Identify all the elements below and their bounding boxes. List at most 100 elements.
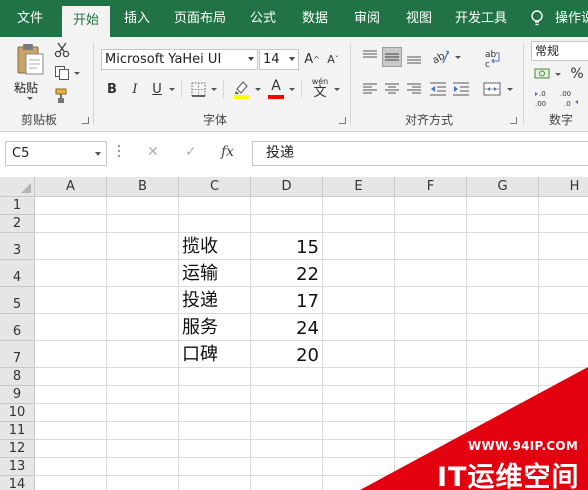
row-header[interactable]: 5 [0, 287, 35, 314]
underline-dropdown-icon[interactable] [169, 88, 175, 91]
grow-font-button[interactable]: A ^ [303, 49, 321, 70]
watermark-brand: IT运维空间 [437, 462, 580, 490]
row-header[interactable]: 10 [0, 404, 35, 422]
borders-icon[interactable] [189, 79, 207, 99]
percent-button[interactable]: % [566, 63, 588, 85]
phonetic-dropdown-icon[interactable] [334, 88, 340, 91]
name-box[interactable]: C5 [5, 141, 107, 166]
tab-data[interactable]: 数据 [292, 0, 338, 37]
decrease-decimal-icon[interactable]: .00.0 [558, 87, 580, 109]
cell-d3[interactable]: 15 [251, 233, 322, 259]
row-header[interactable]: 11 [0, 422, 35, 440]
cell-d4[interactable]: 22 [251, 260, 322, 286]
column-header-f[interactable]: F [395, 177, 467, 197]
column-header-c[interactable]: C [179, 177, 251, 197]
column-header-b[interactable]: B [107, 177, 179, 197]
column-header-e[interactable]: E [323, 177, 395, 197]
cell-c4[interactable]: 运输 [179, 260, 250, 286]
paste-dropdown-icon[interactable] [27, 97, 33, 100]
align-center-icon[interactable] [382, 79, 402, 99]
row-header[interactable]: 12 [0, 440, 35, 458]
tab-review[interactable]: 审阅 [344, 0, 390, 37]
tab-formulas[interactable]: 公式 [240, 0, 286, 37]
cell-d7[interactable]: 20 [251, 341, 322, 367]
formula-bar-grip-icon[interactable] [118, 145, 121, 161]
row-header[interactable]: 7 [0, 341, 35, 368]
align-middle-icon[interactable] [382, 47, 402, 67]
cell-d6[interactable]: 24 [251, 314, 322, 340]
row-header[interactable]: 8 [0, 368, 35, 386]
row-header[interactable]: 1 [0, 197, 35, 215]
gridline [106, 197, 107, 490]
tab-view[interactable]: 视图 [396, 0, 442, 37]
formula-input[interactable]: 投递 [252, 141, 588, 166]
align-left-icon[interactable] [360, 79, 380, 99]
paste-icon[interactable] [12, 41, 48, 77]
decrease-indent-icon[interactable] [428, 79, 448, 99]
tell-me-search[interactable]: 操作说 [555, 0, 588, 37]
underline-button[interactable]: U [148, 79, 166, 99]
font-color-button[interactable]: A [266, 78, 286, 100]
orientation-dropdown-icon[interactable] [455, 56, 461, 59]
column-header-h[interactable]: H [539, 177, 588, 197]
cell-d5[interactable]: 17 [251, 287, 322, 313]
increase-indent-icon[interactable] [451, 79, 471, 99]
tab-page-layout[interactable]: 页面布局 [166, 0, 234, 37]
increase-decimal-icon[interactable]: .0.00 [533, 87, 555, 109]
format-painter-icon[interactable] [53, 87, 71, 105]
enter-icon[interactable]: ✓ [185, 144, 197, 160]
copy-dropdown-icon[interactable] [74, 72, 80, 75]
gridline [35, 403, 588, 404]
lightbulb-icon[interactable] [529, 0, 549, 37]
cancel-icon[interactable]: ✕ [147, 144, 159, 160]
row-header[interactable]: 4 [0, 260, 35, 287]
cut-icon[interactable] [53, 41, 71, 59]
copy-icon[interactable] [53, 64, 71, 82]
italic-button[interactable]: I [126, 79, 144, 99]
currency-icon[interactable] [533, 64, 553, 84]
column-header-d[interactable]: D [251, 177, 323, 197]
row-header[interactable]: 3 [0, 233, 35, 260]
font-group-label: 字体 [203, 113, 228, 127]
tab-file[interactable]: 文件 [0, 0, 60, 37]
row-header[interactable]: 13 [0, 458, 35, 476]
tab-home[interactable]: 开始 [62, 6, 110, 37]
cell-c6[interactable]: 服务 [179, 314, 250, 340]
row-header[interactable]: 9 [0, 386, 35, 404]
align-bottom-icon[interactable] [404, 47, 424, 67]
cell-c5[interactable]: 投递 [179, 287, 250, 313]
font-color-dropdown-icon[interactable] [289, 88, 295, 91]
alignment-group-label: 对齐方式 [405, 113, 454, 127]
borders-dropdown-icon[interactable] [211, 88, 217, 91]
paste-label[interactable]: 粘贴 [14, 79, 38, 96]
tab-insert[interactable]: 插入 [114, 0, 160, 37]
highlight-icon[interactable] [232, 78, 252, 100]
wrap-text-icon[interactable]: ab c [481, 47, 503, 69]
shrink-font-button[interactable]: Aˇ [324, 49, 342, 70]
highlight-dropdown-icon[interactable] [255, 88, 261, 91]
currency-dropdown-icon[interactable] [555, 73, 561, 76]
cell-c7[interactable]: 口碑 [179, 341, 250, 367]
align-top-icon[interactable] [360, 47, 380, 67]
bold-button[interactable]: B [103, 79, 121, 99]
align-right-icon[interactable] [404, 79, 424, 99]
insert-function-icon[interactable]: fx [221, 144, 234, 160]
font-name-combo[interactable]: Microsoft YaHei UI [101, 49, 258, 70]
orientation-icon[interactable]: ab [430, 47, 452, 67]
merge-dropdown-icon[interactable] [507, 88, 513, 91]
select-all-corner[interactable] [0, 177, 35, 197]
column-header-a[interactable]: A [35, 177, 107, 197]
cell-c3[interactable]: 揽收 [179, 233, 250, 259]
font-launcher-icon[interactable] [339, 117, 346, 124]
row-header[interactable]: 14 [0, 476, 35, 490]
row-header[interactable]: 6 [0, 314, 35, 341]
clipboard-launcher-icon[interactable] [82, 117, 89, 124]
column-header-g[interactable]: G [467, 177, 539, 197]
merge-center-icon[interactable] [481, 79, 503, 99]
row-header[interactable]: 2 [0, 215, 35, 233]
tab-developer[interactable]: 开发工具 [448, 0, 514, 37]
alignment-launcher-icon[interactable] [510, 117, 517, 124]
number-format-combo[interactable]: 常规 [531, 41, 588, 61]
font-size-combo[interactable]: 14 [259, 49, 299, 70]
phonetic-guide-button[interactable]: wén 文 [309, 77, 331, 101]
